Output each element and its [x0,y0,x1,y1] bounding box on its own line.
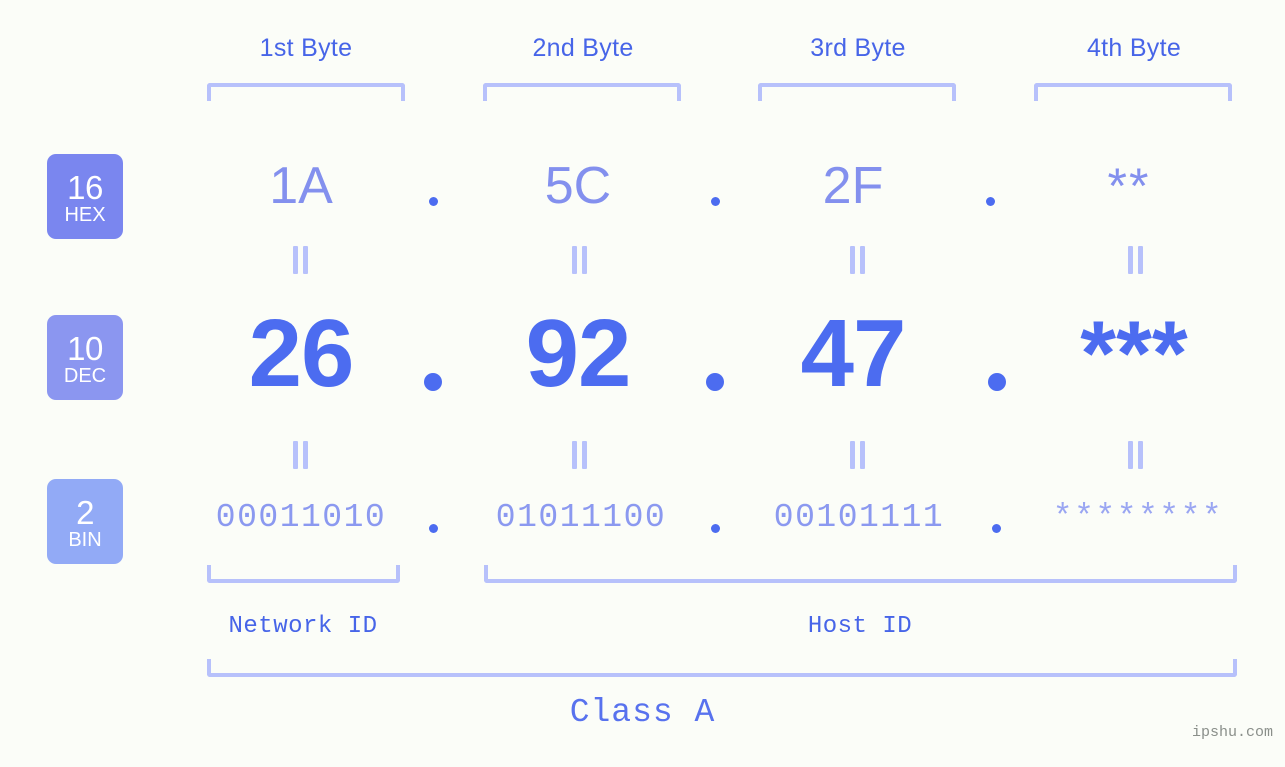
hex-octet-1: 1A [269,157,333,215]
host-id-label: Host ID [807,613,913,640]
bin-separator-1 [429,524,438,533]
base-badge-dec: 10 DEC [47,315,123,400]
ip-address-breakdown-diagram: 1st Byte 2nd Byte 3rd Byte 4th Byte 16 H… [0,0,1285,767]
equals-mark-hex-dec-1 [292,246,310,274]
bin-octet-3: 00101111 [773,499,945,536]
host-id-bracket [484,565,1237,583]
dec-separator-1 [424,373,442,391]
base-badge-dec-number: 10 [67,329,103,367]
equals-mark-hex-dec-4 [1127,246,1145,274]
hex-separator-3 [986,197,995,206]
byte-bracket-4 [1034,83,1232,101]
class-bracket [207,659,1237,677]
base-badge-bin-number: 2 [76,493,94,531]
byte-bracket-1 [207,83,405,101]
base-badge-hex-name: HEX [64,203,106,226]
bin-octet-1: 00011010 [215,499,387,536]
bin-octet-4: ******** [1052,499,1224,536]
bin-separator-3 [992,524,1001,533]
equals-mark-dec-bin-3 [849,441,867,469]
hex-octet-3: 2F [822,157,884,215]
base-badge-bin-name: BIN [68,528,102,551]
base-badge-bin: 2 BIN [47,479,123,564]
dec-octet-4: *** [1080,303,1188,405]
equals-mark-hex-dec-3 [849,246,867,274]
base-badge-hex: 16 HEX [47,154,123,239]
hex-separator-1 [429,197,438,206]
byte-header-3: 3rd Byte [810,34,906,62]
byte-header-2: 2nd Byte [532,34,634,62]
hex-octet-2: 5C [544,157,612,215]
byte-header-1: 1st Byte [259,34,353,62]
base-badge-dec-name: DEC [63,364,107,387]
bin-octet-2: 01011100 [495,499,667,536]
byte-header-4: 4th Byte [1086,34,1182,62]
base-badge-hex-number: 16 [67,168,103,206]
dec-separator-3 [988,373,1006,391]
equals-mark-dec-bin-1 [292,441,310,469]
equals-mark-hex-dec-2 [571,246,589,274]
equals-mark-dec-bin-2 [571,441,589,469]
hex-octet-4: ** [1107,158,1151,214]
dec-octet-1: 26 [248,300,355,407]
byte-bracket-2 [483,83,681,101]
dec-separator-2 [706,373,724,391]
watermark: ipshu.com [1191,724,1273,741]
class-label: Class A [569,694,716,731]
bin-separator-2 [711,524,720,533]
hex-separator-2 [711,197,720,206]
dec-octet-3: 47 [800,300,907,407]
equals-mark-dec-bin-4 [1127,441,1145,469]
dec-octet-2: 92 [525,300,632,407]
byte-bracket-3 [758,83,956,101]
network-id-label: Network ID [228,613,378,640]
network-id-bracket [207,565,400,583]
